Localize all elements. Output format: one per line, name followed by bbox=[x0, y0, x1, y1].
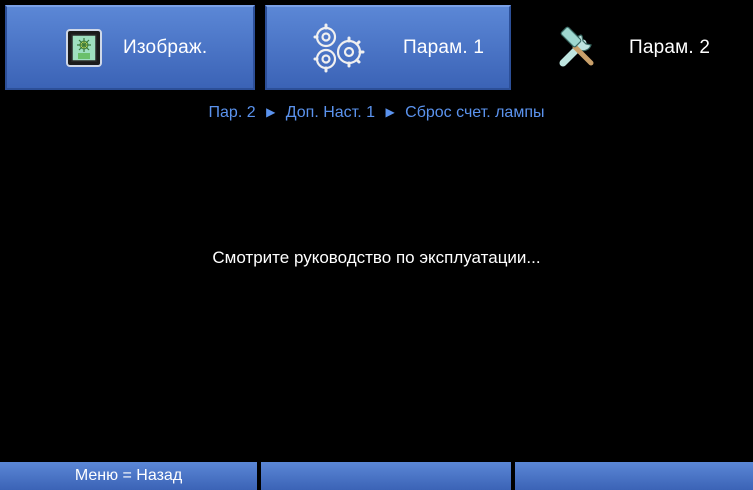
footer-cell bbox=[261, 462, 511, 490]
footer-bar: Меню = Назад bbox=[0, 460, 753, 490]
footer-cell bbox=[515, 462, 753, 490]
footer-hint-cell: Меню = Назад bbox=[0, 462, 257, 490]
info-message: Смотрите руководство по эксплуатации... bbox=[212, 248, 541, 267]
breadcrumb-item: Сброс счет. лампы bbox=[405, 104, 545, 121]
tab-label: Парам. 1 bbox=[403, 36, 485, 58]
breadcrumb-item: Пар. 2 bbox=[208, 104, 256, 121]
footer-hint: Меню = Назад bbox=[74, 467, 183, 484]
gears-icon bbox=[309, 23, 367, 73]
tools-icon bbox=[555, 25, 601, 71]
breadcrumb-separator-icon: ▶ bbox=[385, 105, 395, 119]
tab-params-2[interactable]: Парам. 2 bbox=[516, 0, 753, 95]
tab-image[interactable]: Изображ. bbox=[0, 0, 260, 95]
breadcrumb: Пар. 2 ▶ Доп. Наст. 1 ▶ Сброс счет. ламп… bbox=[0, 104, 753, 122]
tab-label: Парам. 2 bbox=[629, 36, 711, 58]
image-settings-icon bbox=[65, 28, 103, 68]
breadcrumb-item: Доп. Наст. 1 bbox=[285, 104, 376, 121]
tab-params-1[interactable]: Парам. 1 bbox=[260, 0, 516, 95]
breadcrumb-separator-icon: ▶ bbox=[266, 105, 276, 119]
tab-bar: Изображ. Парам. 1 Парам. 2 bbox=[0, 0, 753, 95]
tab-label: Изображ. bbox=[123, 36, 208, 58]
